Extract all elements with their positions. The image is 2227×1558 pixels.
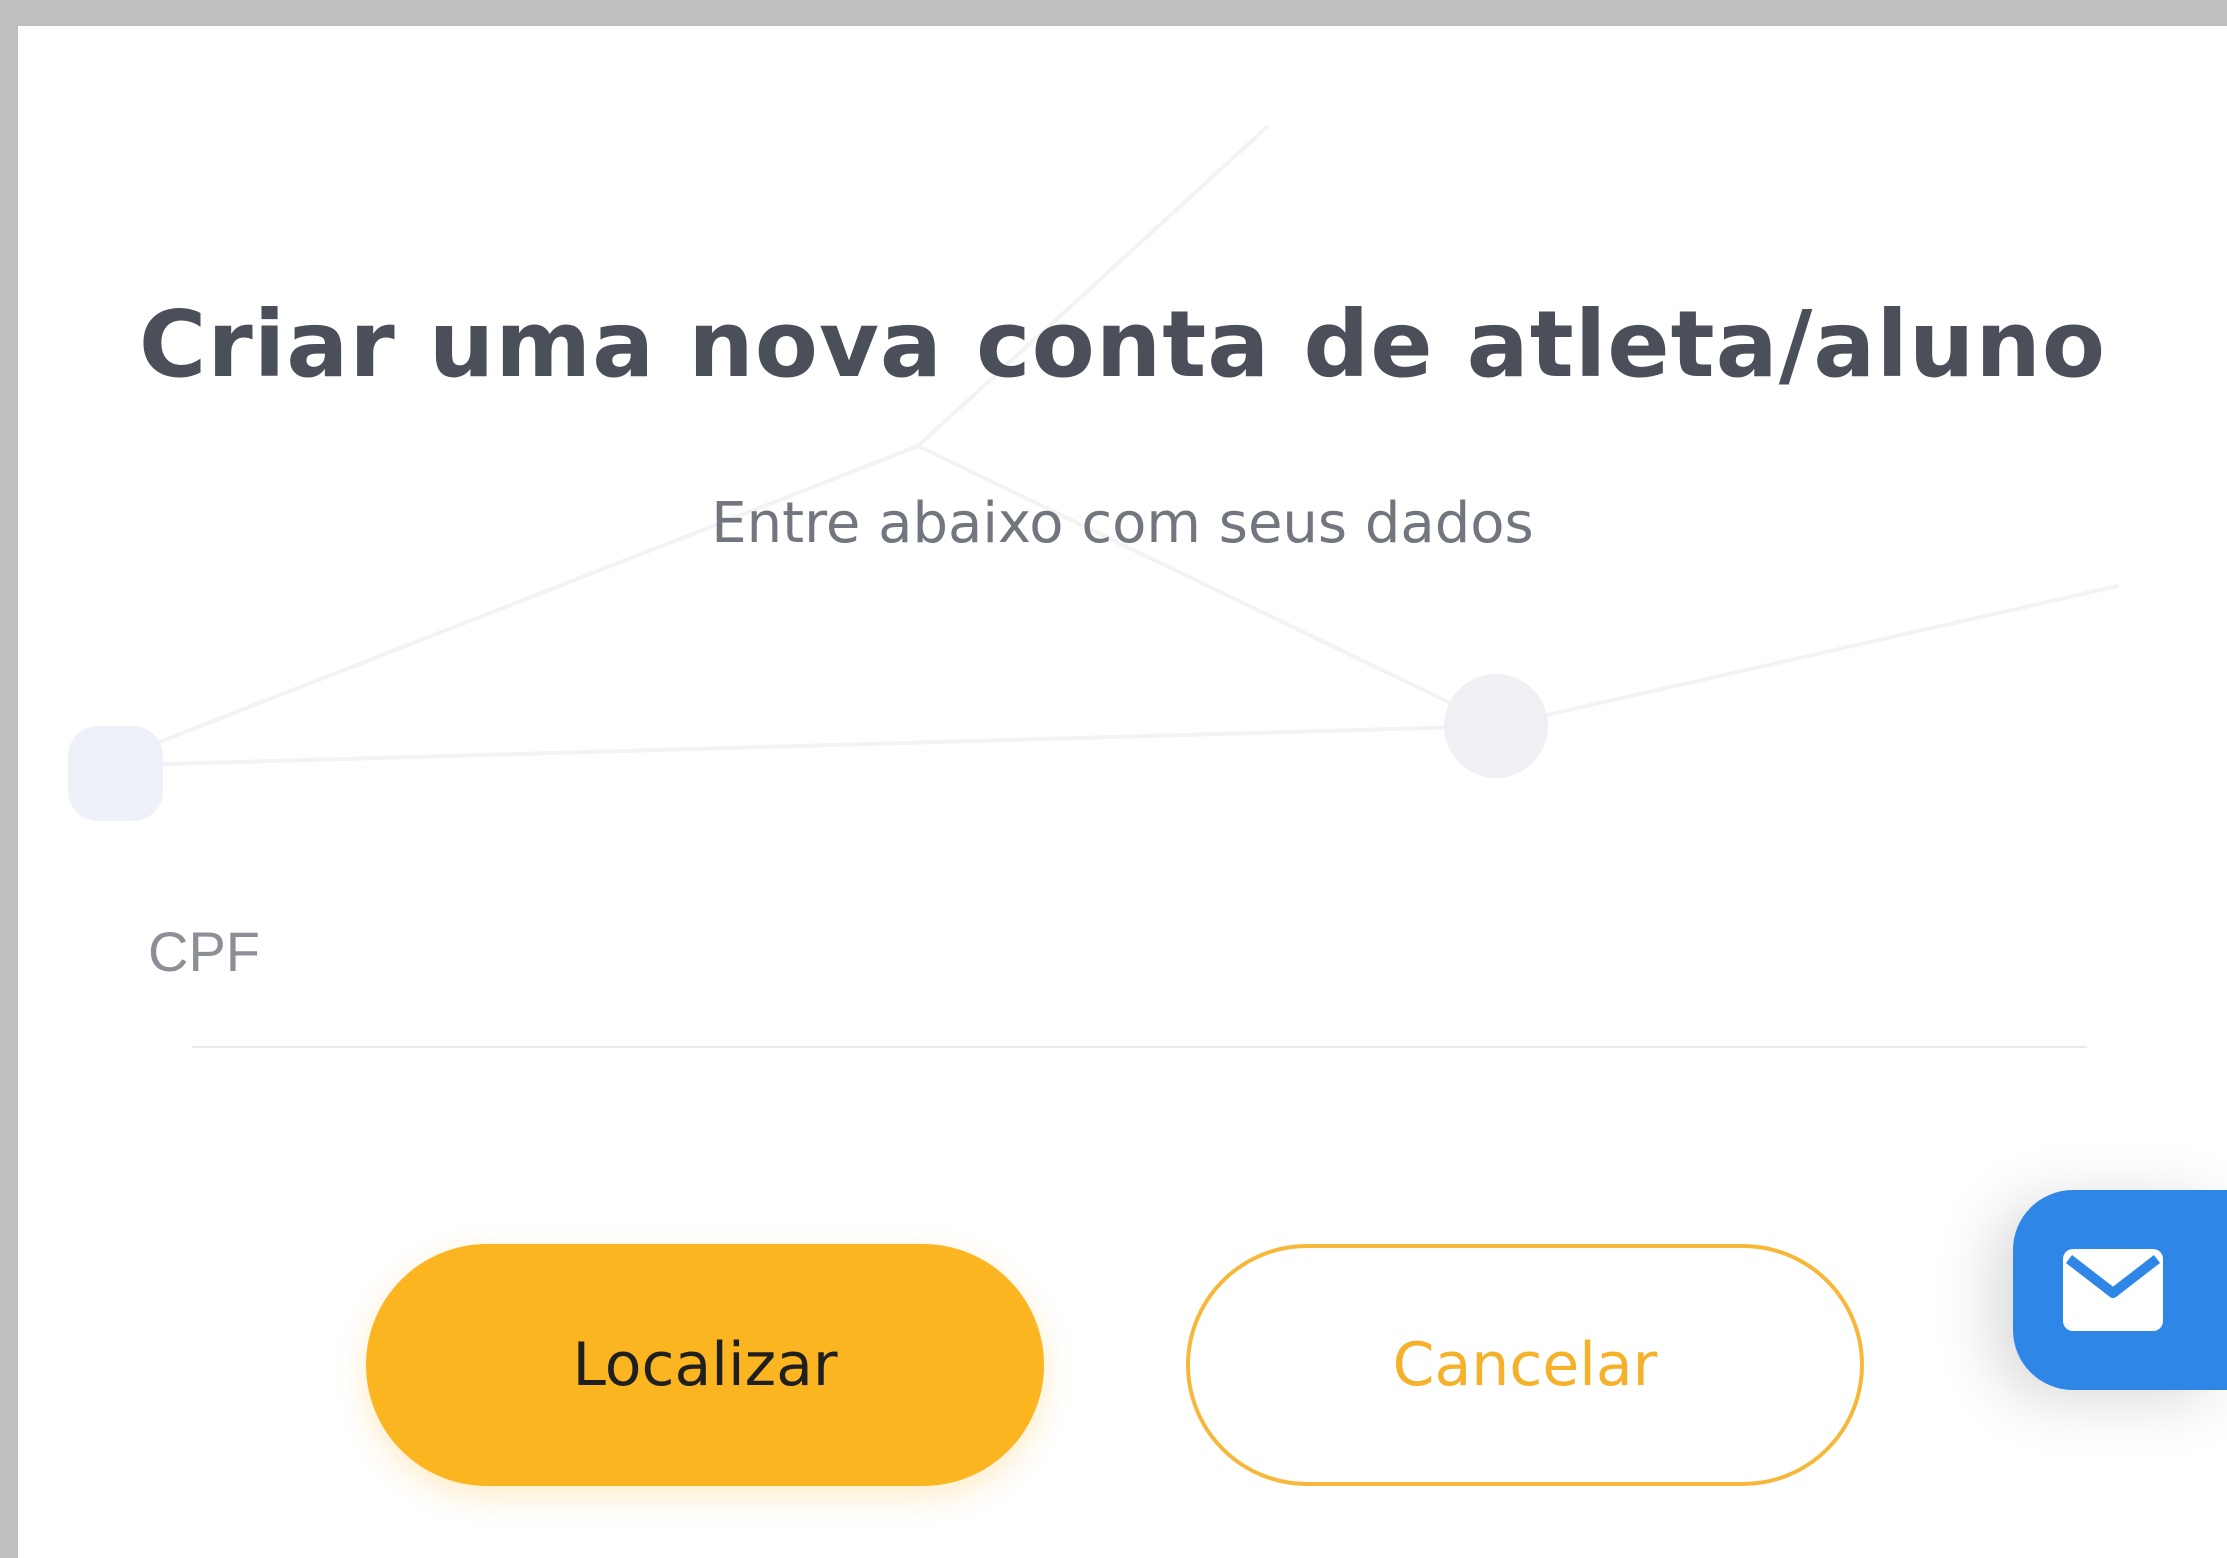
- localizar-button[interactable]: Localizar: [366, 1244, 1044, 1486]
- page-subtitle: Entre abaixo com seus dados: [711, 491, 1534, 556]
- cancel-button[interactable]: Cancelar: [1186, 1244, 1864, 1486]
- background-network-decoration: [68, 124, 2119, 821]
- cpf-input[interactable]: [192, 906, 2091, 988]
- page-title: Criar uma nova conta de atleta/aluno: [138, 291, 2107, 398]
- cpf-input-underline: [192, 1046, 2087, 1048]
- mail-icon: [2063, 1249, 2163, 1331]
- page-frame: Criar uma nova conta de atleta/aluno Ent…: [0, 0, 2227, 1558]
- contact-mail-button[interactable]: [2013, 1190, 2227, 1390]
- signup-card: Criar uma nova conta de atleta/aluno Ent…: [18, 26, 2227, 1558]
